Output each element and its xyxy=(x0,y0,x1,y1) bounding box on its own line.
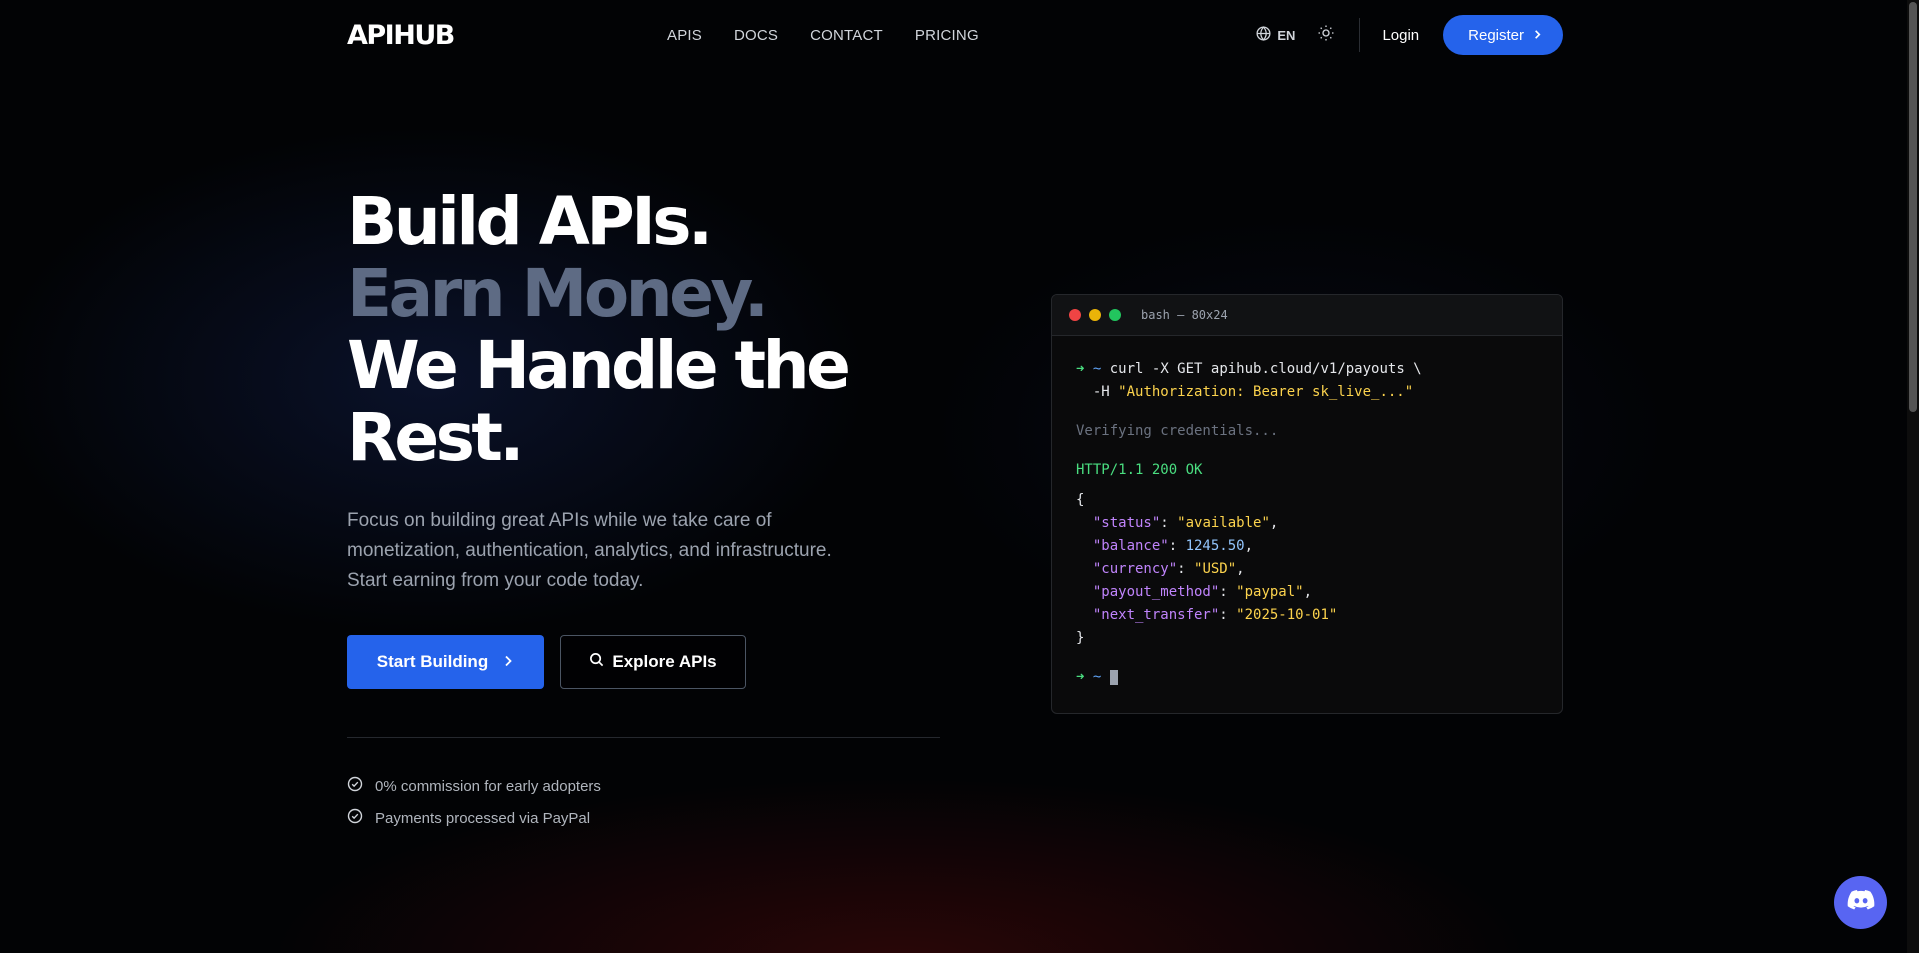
header-actions: EN Login Register xyxy=(1255,15,1563,55)
discord-icon xyxy=(1846,885,1876,920)
check-circle-icon xyxy=(347,808,363,828)
nav-docs[interactable]: DOCS xyxy=(734,27,778,44)
explore-apis-button[interactable]: Explore APIs xyxy=(560,635,746,689)
feature-text: Payments processed via PayPal xyxy=(375,809,591,827)
chevron-right-icon xyxy=(502,652,514,672)
json-value: "2025-10-01" xyxy=(1236,607,1338,623)
chevron-right-icon xyxy=(1532,27,1543,44)
json-line: "currency": "USD", xyxy=(1092,561,1245,577)
header-flag: -H xyxy=(1076,384,1119,400)
json-comma: , xyxy=(1269,515,1279,531)
theme-toggle[interactable] xyxy=(1317,24,1335,47)
json-value: "paypal" xyxy=(1236,584,1304,600)
json-lines: "status": "available", "balance": 1245.5… xyxy=(1076,512,1538,627)
json-key: "payout_method" xyxy=(1092,584,1220,600)
discord-button[interactable] xyxy=(1834,876,1887,929)
nav-pricing[interactable]: PRICING xyxy=(915,27,979,44)
page-title: Build APIs. Earn Money. We Handle the Re… xyxy=(347,186,967,474)
json-key: "status" xyxy=(1092,515,1161,531)
terminal-cursor xyxy=(1109,669,1118,685)
json-value: "USD" xyxy=(1194,561,1237,577)
site-header: APIHUB APIS DOCS CONTACT PRICING EN Logi… xyxy=(347,15,1563,55)
prompt-arrow: ➜ xyxy=(1076,361,1085,377)
prompt-tilde: ~ xyxy=(1092,669,1102,685)
json-comma: , xyxy=(1244,538,1254,554)
terminal-body: ➜ ~ curl -X GET apihub.cloud/v1/payouts … xyxy=(1052,336,1562,711)
json-line: "next_transfer": "2025-10-01" xyxy=(1092,607,1338,623)
subtitle-line-2: monetization, authentication, analytics,… xyxy=(347,540,832,561)
title-line-4: Rest. xyxy=(347,399,525,476)
minimize-dot-icon xyxy=(1089,309,1101,321)
start-building-button[interactable]: Start Building xyxy=(347,635,544,689)
terminal-titlebar: bash — 80x24 xyxy=(1052,295,1562,336)
scrollbar-thumb[interactable] xyxy=(1909,2,1917,412)
sun-icon xyxy=(1317,24,1335,47)
list-item: Payments processed via PayPal xyxy=(347,802,601,834)
start-building-label: Start Building xyxy=(376,652,489,671)
hero-actions: Start Building Explore APIs xyxy=(347,635,746,689)
explore-apis-label: Explore APIs xyxy=(612,652,717,671)
feature-text: 0% commission for early adopters xyxy=(375,777,601,795)
json-open-brace: { xyxy=(1076,492,1085,508)
maximize-dot-icon xyxy=(1109,309,1121,321)
json-comma: , xyxy=(1236,561,1245,577)
command-text: curl -X GET apihub.cloud/v1/payouts \ xyxy=(1109,361,1422,377)
register-button[interactable]: Register xyxy=(1443,15,1563,55)
title-line-3: We Handle the xyxy=(347,327,851,404)
header-divider xyxy=(1359,18,1361,52)
list-item: 0% commission for early adopters xyxy=(347,770,601,802)
language-selector[interactable]: EN xyxy=(1255,25,1295,45)
nav-apis[interactable]: APIS xyxy=(667,27,702,44)
json-line: "payout_method": "paypal", xyxy=(1092,584,1313,600)
prompt-arrow: ➜ xyxy=(1076,669,1085,685)
subtitle-line-1: Focus on building great APIs while we ta… xyxy=(347,510,772,531)
title-line-1: Build APIs. xyxy=(347,183,713,260)
terminal-header-line: -H "Authorization: Bearer sk_live_..." xyxy=(1076,381,1538,404)
hero-title: Build APIs. Earn Money. We Handle the Re… xyxy=(347,186,967,474)
register-label: Register xyxy=(1468,26,1524,44)
check-circle-icon xyxy=(347,776,363,796)
json-close-brace: } xyxy=(1076,630,1085,646)
json-line: "balance": 1245.50, xyxy=(1092,538,1254,554)
json-key: "balance" xyxy=(1092,538,1169,554)
nav-contact[interactable]: CONTACT xyxy=(810,27,883,44)
search-icon xyxy=(589,652,604,672)
close-dot-icon xyxy=(1069,309,1081,321)
header-value: "Authorization: Bearer sk_live_..." xyxy=(1118,384,1414,400)
terminal-title: bash — 80x24 xyxy=(1141,308,1228,322)
prompt-tilde: ~ xyxy=(1092,361,1102,377)
json-value: 1245.50 xyxy=(1185,538,1245,554)
hero-divider xyxy=(347,737,940,738)
logo[interactable]: APIHUB xyxy=(347,20,667,51)
verifying-line: Verifying credentials... xyxy=(1076,423,1279,439)
login-link[interactable]: Login xyxy=(1382,27,1419,44)
json-key: "currency" xyxy=(1092,561,1178,577)
globe-icon xyxy=(1255,25,1272,45)
subtitle-line-3: Start earning from your code today. xyxy=(347,570,644,591)
terminal-prompt-line: ➜ ~ xyxy=(1076,666,1538,689)
terminal-command-line: ➜ ~ curl -X GET apihub.cloud/v1/payouts … xyxy=(1076,358,1538,381)
page-scrollbar[interactable] xyxy=(1907,0,1919,953)
feature-list: 0% commission for early adopters Payment… xyxy=(347,770,601,834)
language-label: EN xyxy=(1277,27,1296,43)
terminal-window: bash — 80x24 ➜ ~ curl -X GET apihub.clou… xyxy=(1051,294,1563,714)
json-comma: , xyxy=(1303,584,1313,600)
http-status-line: HTTP/1.1 200 OK xyxy=(1076,462,1203,478)
json-line: "status": "available", xyxy=(1092,515,1279,531)
main-nav: APIS DOCS CONTACT PRICING xyxy=(667,27,1011,44)
hero-subtitle: Focus on building great APIs while we ta… xyxy=(347,506,867,596)
title-line-2: Earn Money. xyxy=(347,255,769,332)
json-key: "next_transfer" xyxy=(1092,607,1220,623)
json-value: "available" xyxy=(1177,515,1270,531)
